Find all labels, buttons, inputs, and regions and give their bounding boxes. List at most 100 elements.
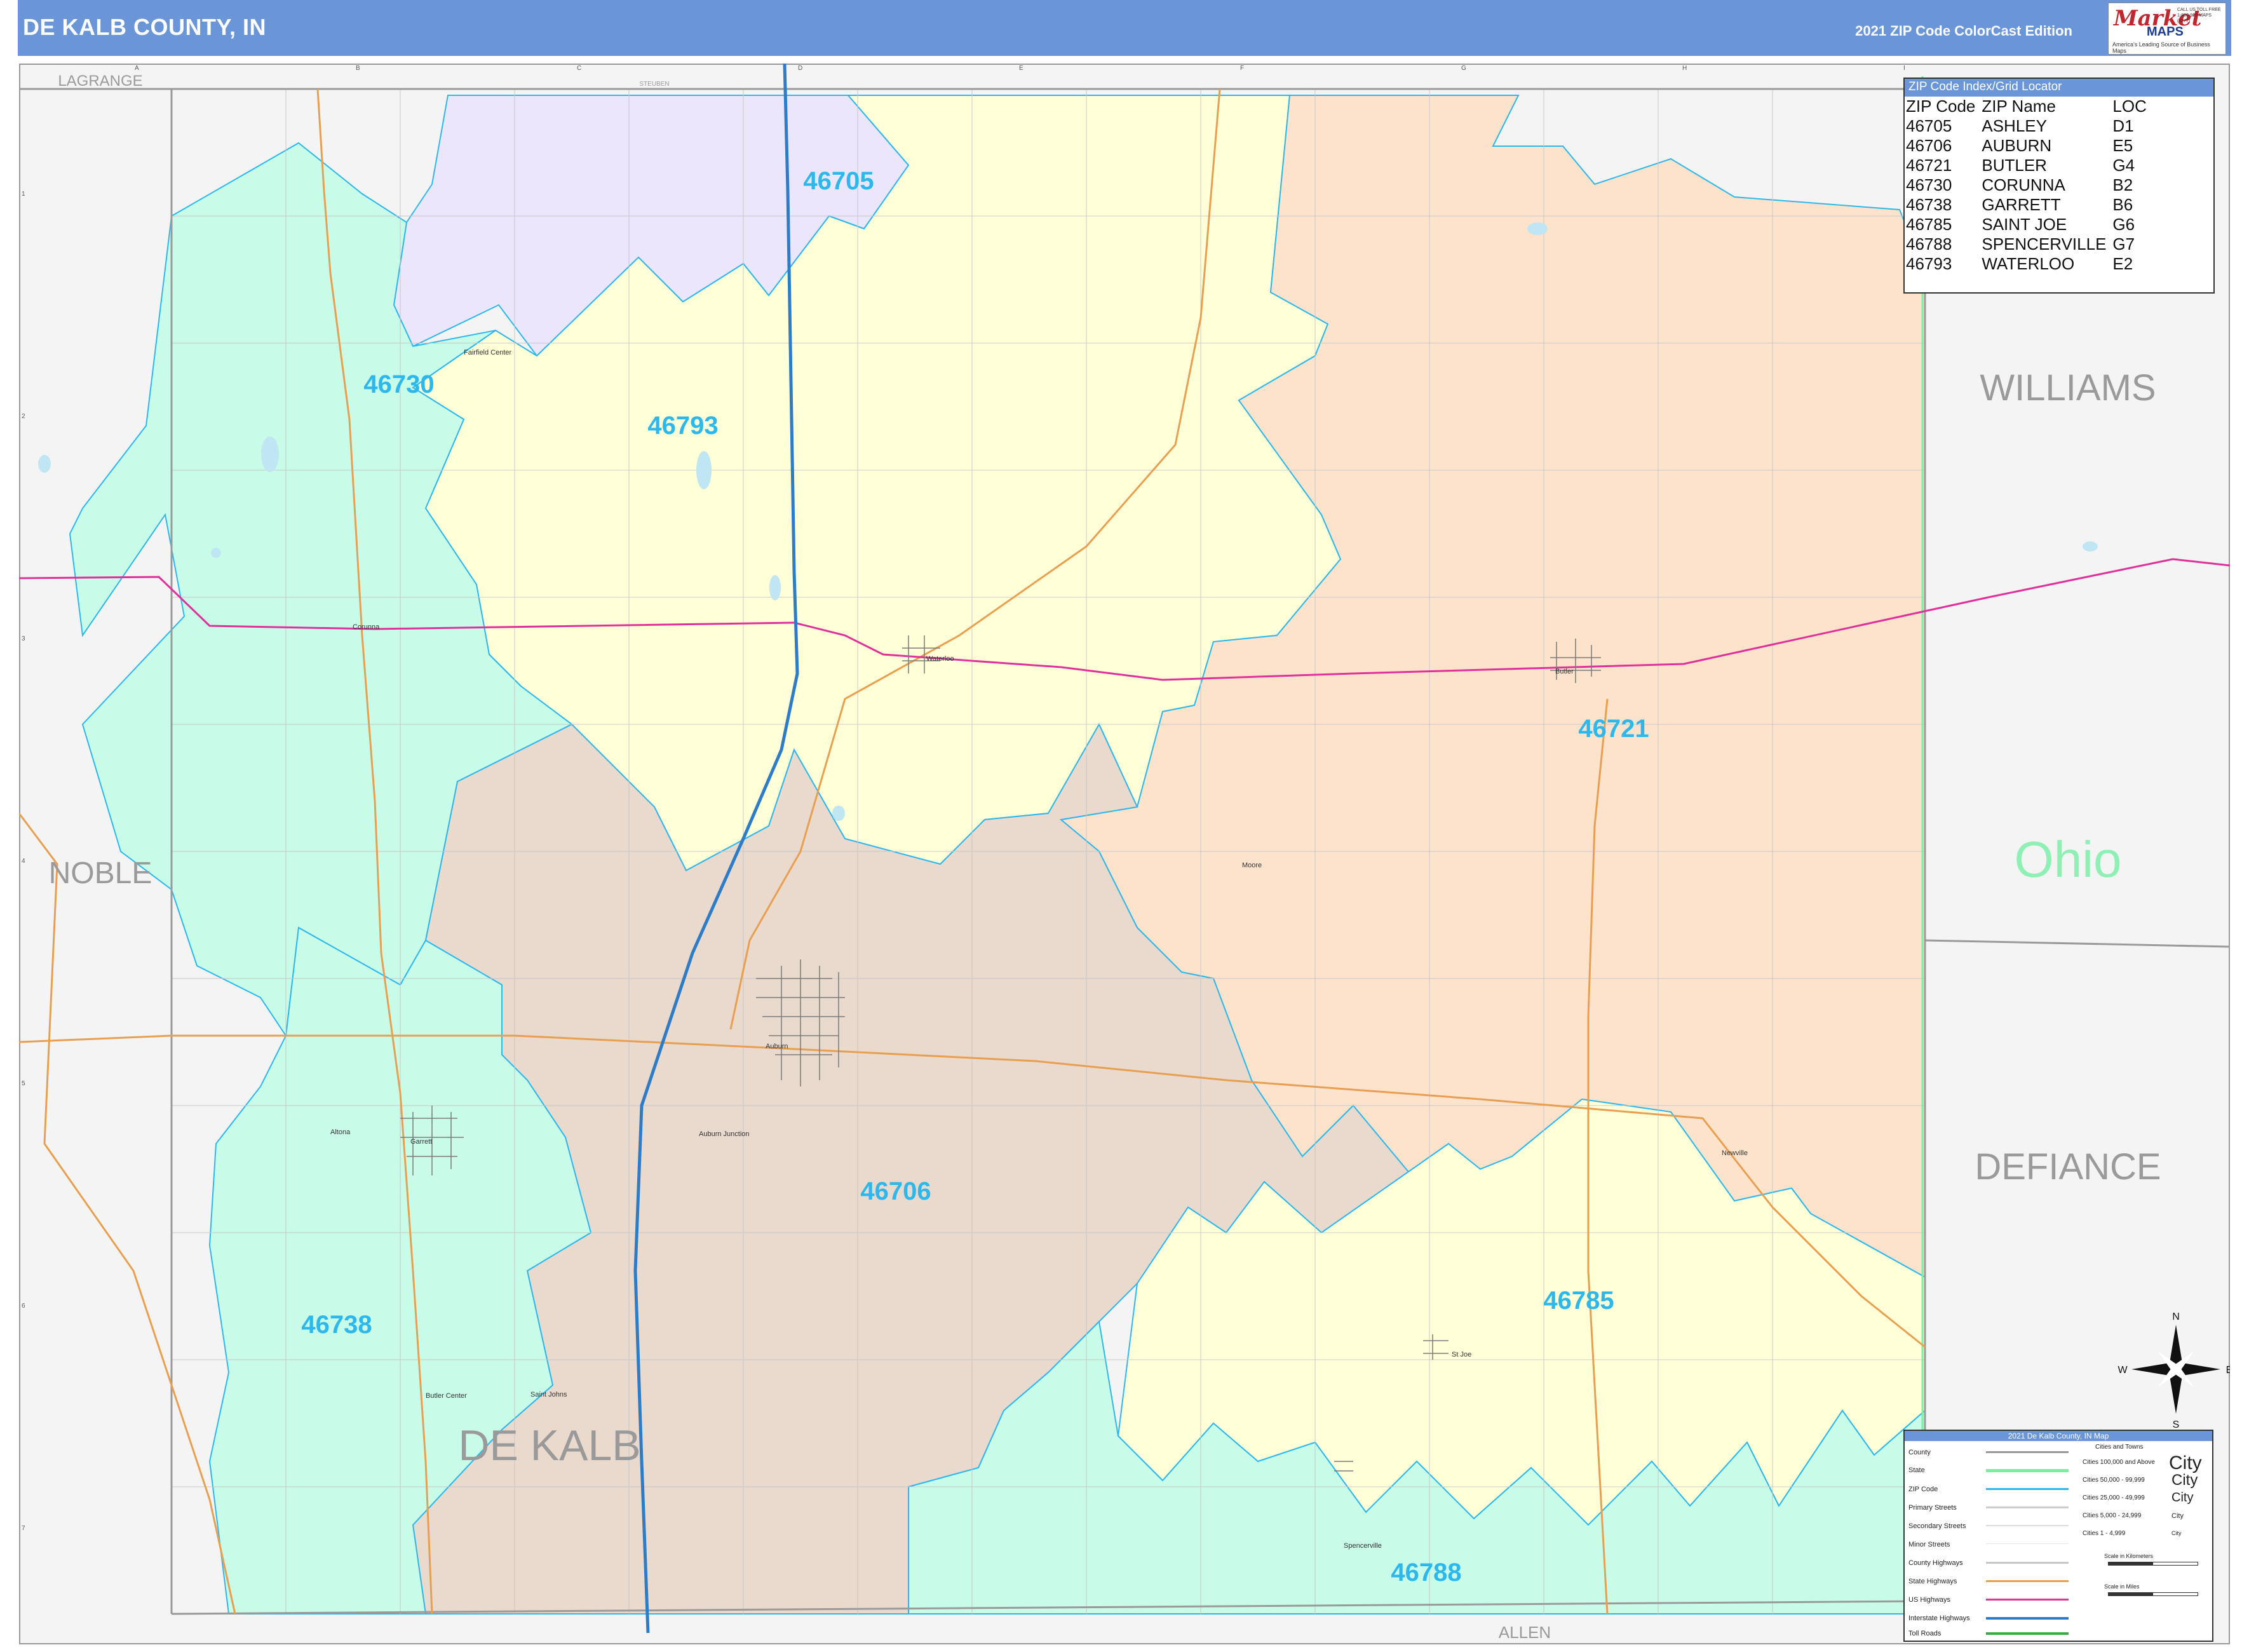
- zip-index-row[interactable]: 46730 CORUNNA B2: [1906, 175, 2153, 195]
- zip-name-cell: CORUNNA: [1982, 175, 2065, 194]
- zip-label-46706: 46706: [860, 1177, 931, 1205]
- zip-label-46793: 46793: [647, 412, 718, 440]
- compass-n: N: [2172, 1311, 2180, 1322]
- zip-name-cell: SAINT JOE: [1982, 215, 2067, 234]
- zip-index-col-code: ZIP Code: [1906, 97, 1976, 116]
- zip-code-cell: 46788: [1906, 234, 1952, 254]
- city-label-waterloo: Waterloo: [926, 655, 954, 663]
- zip-index-row[interactable]: 46788 SPENCERVILLE G7: [1906, 234, 2153, 254]
- zip-label-46785: 46785: [1543, 1287, 1614, 1315]
- grid-col-i: I: [1903, 65, 1905, 72]
- zip-label-46788: 46788: [1391, 1559, 1461, 1587]
- legend-city-size-5: Cities 1 - 4,999: [2083, 1530, 2126, 1537]
- zip-code-cell: 46793: [1906, 254, 1952, 273]
- header-bar: DE KALB COUNTY, IN 2021 ZIP Code ColorCa…: [18, 0, 2231, 56]
- grid-col-h: H: [1682, 65, 1687, 72]
- grid-row-2: 2: [22, 413, 25, 420]
- county-label-lagrange: LAGRANGE: [58, 72, 142, 90]
- edition-label: 2021 ZIP Code ColorCast Edition: [1855, 23, 2072, 39]
- zip-code-cell: 46721: [1906, 156, 1952, 175]
- city-label-fairfield-center: Fairfield Center: [464, 349, 512, 356]
- grid-row-7: 7: [22, 1525, 25, 1532]
- zip-loc-cell: G4: [2112, 156, 2135, 175]
- zip-index-row[interactable]: 46706 AUBURN E5: [1906, 136, 2153, 156]
- zip-loc-cell: G7: [2112, 234, 2135, 254]
- legend-item-county: County: [1908, 1449, 1931, 1456]
- city-label-spencerville: Spencerville: [1344, 1542, 1382, 1550]
- county-label-williams: WILLIAMS: [1980, 367, 2156, 409]
- map-canvas[interactable]: 46705 46793 46730 46721 46706 46738 4678…: [19, 64, 2230, 1644]
- grid-col-g: G: [1461, 65, 1466, 72]
- legend-swatch-minor: [1986, 1543, 2069, 1544]
- legend-swatch-state: [1986, 1469, 2069, 1472]
- compass-s: S: [2173, 1419, 2180, 1430]
- city-label-altona: Altona: [330, 1128, 351, 1136]
- legend-city-sample-1: City: [2169, 1452, 2202, 1473]
- zip-name-cell: AUBURN: [1982, 136, 2052, 155]
- state-label-ohio: Ohio: [2015, 831, 2122, 888]
- legend-swatch-county: [1986, 1451, 2069, 1453]
- legend-scale-mi: Scale in Miles: [2104, 1583, 2140, 1590]
- legend-item-us-hwy: US Highways: [1908, 1596, 1951, 1604]
- legend-city-sample-5: City: [2171, 1530, 2182, 1536]
- legend-city-size-3: Cities 25,000 - 49,999: [2083, 1494, 2145, 1501]
- grid-row-3: 3: [22, 635, 25, 642]
- legend-item-zip: ZIP Code: [1908, 1486, 1938, 1493]
- zip-index-row[interactable]: 46793 WATERLOO E2: [1906, 254, 2153, 274]
- city-label-saint-johns: Saint Johns: [530, 1391, 567, 1398]
- city-label-auburn: Auburn: [766, 1043, 788, 1050]
- county-label-dekalb: DE KALB: [458, 1421, 640, 1470]
- legend-city-size-2: Cities 50,000 - 99,999: [2083, 1477, 2145, 1484]
- legend-item-primary: Primary Streets: [1908, 1504, 1957, 1512]
- zip-name-cell: SPENCERVILLE: [1982, 234, 2107, 254]
- city-label-auburn-junction: Auburn Junction: [699, 1130, 750, 1138]
- legend-swatch-zip: [1986, 1488, 2069, 1490]
- city-label-st-joe: St Joe: [1452, 1351, 1471, 1358]
- legend-swatch-interstate: [1986, 1617, 2069, 1620]
- city-label-butler-center: Butler Center: [426, 1392, 467, 1400]
- zip-code-cell: 46738: [1906, 195, 1952, 214]
- zip-index-col-name: ZIP Name: [1982, 97, 2056, 116]
- zip-code-cell: 46785: [1906, 215, 1952, 234]
- logo-tagline: America's Leading Source of Business Map…: [2112, 41, 2210, 54]
- compass-rose: N S E W: [2117, 1311, 2230, 1430]
- legend-swatch-primary: [1986, 1506, 2069, 1508]
- legend-item-toll: Toll Roads: [1908, 1630, 1942, 1637]
- city-label-butler: Butler: [1555, 668, 1574, 675]
- legend-item-secondary: Secondary Streets: [1908, 1522, 1966, 1530]
- grid-col-c: C: [577, 65, 582, 72]
- legend-scale-km: Scale in Kilometers: [2104, 1553, 2154, 1559]
- legend-title: 2021 De Kalb County, IN Map: [1905, 1431, 2212, 1441]
- zip-name-cell: WATERLOO: [1982, 254, 2075, 273]
- legend-item-minor: Minor Streets: [1908, 1541, 1950, 1548]
- legend-item-state: State: [1908, 1466, 1925, 1474]
- legend-swatch-us-hwy: [1986, 1599, 2069, 1601]
- county-label-defiance: DEFIANCE: [1975, 1146, 2161, 1188]
- zip-name-cell: ASHLEY: [1982, 116, 2047, 135]
- market-maps-logo[interactable]: Market MAPS America's Leading Source of …: [2108, 3, 2226, 55]
- legend-swatch-state-hwy: [1986, 1580, 2069, 1582]
- city-label-moore: Moore: [1242, 862, 1262, 869]
- scale-bar-km: [2108, 1562, 2198, 1566]
- grid-col-a: A: [135, 65, 139, 72]
- zip-loc-cell: B6: [2112, 195, 2133, 214]
- zip-label-46705: 46705: [803, 167, 874, 195]
- zip-index-row[interactable]: 46705 ASHLEY D1: [1906, 116, 2153, 136]
- legend-city-size-4: Cities 5,000 - 24,999: [2083, 1512, 2142, 1519]
- grid-col-f: F: [1240, 65, 1245, 72]
- county-label-allen: ALLEN: [1499, 1623, 1551, 1642]
- county-label-steuben: STEUBEN: [639, 81, 669, 88]
- zip-index-row[interactable]: 46738 GARRETT B6: [1906, 195, 2153, 215]
- zip-code-cell: 46706: [1906, 136, 1952, 155]
- scale-bar-mi: [2108, 1592, 2198, 1596]
- zip-index-row[interactable]: 46785 SAINT JOE G6: [1906, 215, 2153, 234]
- zip-loc-cell: D1: [2112, 116, 2134, 135]
- zip-index-row[interactable]: 46721 BUTLER G4: [1906, 156, 2153, 175]
- legend-item-state-hwy: State Highways: [1908, 1578, 1957, 1585]
- legend-item-interstate: Interstate Highways: [1908, 1615, 1970, 1622]
- legend-item-county-hwy: County Highways: [1908, 1559, 1963, 1567]
- legend-city-sample-2: City: [2171, 1472, 2198, 1489]
- map-title: DE KALB COUNTY, IN: [23, 14, 267, 40]
- city-label-garrett: Garrett: [410, 1138, 432, 1146]
- zip-code-cell: 46705: [1906, 116, 1952, 135]
